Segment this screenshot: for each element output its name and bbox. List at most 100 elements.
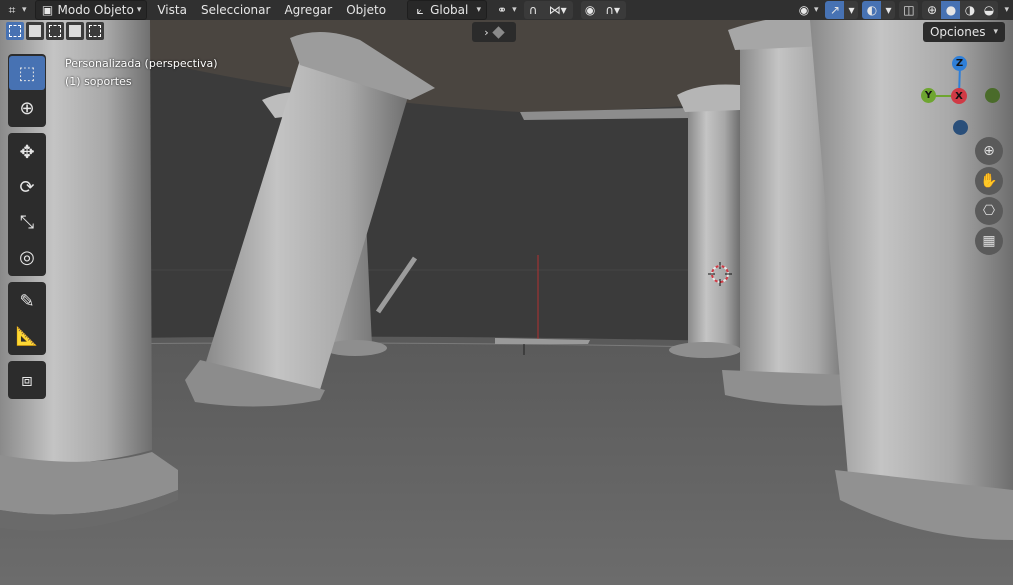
proportional-edit-icon[interactable]: ◉ <box>580 1 600 19</box>
select-intersect-icon <box>89 25 101 37</box>
gizmo-z-axis[interactable]: Z <box>952 56 967 71</box>
chevron-down-icon: ▾ <box>476 5 482 15</box>
transform-orientation-dropdown[interactable]: ⟀ Global ▾ <box>407 0 488 20</box>
options-dropdown[interactable]: Opciones ▾ <box>923 22 1005 42</box>
rendered-shading-icon[interactable]: ◒ <box>979 1 999 19</box>
rotate-tool[interactable]: ⟳ <box>9 170 45 204</box>
pan-hand-icon: ✋ <box>980 173 998 189</box>
add-cube-tool[interactable]: ⧈ <box>9 363 45 397</box>
gizmo-x-axis[interactable]: X <box>951 88 967 104</box>
material-shading-icon[interactable]: ◑ <box>960 1 980 19</box>
chevron-down-icon: ▾ <box>512 5 517 15</box>
chevron-down-icon: ▾ <box>993 27 999 37</box>
3d-viewport[interactable]: ⌗ ▾ ▣ Modo Objeto ▾ Vista Seleccionar Agr… <box>0 0 1013 585</box>
cursor-tool[interactable]: ⊕ <box>9 91 45 125</box>
tool-group-transform: ✥ ⟳ ⤡ ◎ <box>8 133 46 276</box>
mode-label: Modo Objeto <box>57 3 134 17</box>
proportional-group: ◉ ∩▾ <box>580 1 626 19</box>
zoom-button[interactable]: ⊕ <box>975 137 1003 165</box>
add-cube-icon: ⧈ <box>21 369 33 391</box>
chevron-down-icon: ▾ <box>813 5 819 15</box>
cursor-icon: ⊕ <box>19 97 35 119</box>
visibility-eye-icon: ◉ <box>798 3 810 17</box>
snap-magnet-icon[interactable]: ∩ <box>523 1 543 19</box>
menu-agregar[interactable]: Agregar <box>277 3 339 17</box>
chevron-down-icon: ▾ <box>22 5 27 15</box>
mode-dropdown[interactable]: ▣ Modo Objeto ▾ <box>34 0 148 20</box>
object-mode-icon: ▣ <box>41 3 54 17</box>
orientation-icon: ⟀ <box>416 3 424 17</box>
editor-type-button[interactable]: ⌗ ▾ <box>0 1 32 19</box>
tool-group-annotate: ✎ 📐 <box>8 282 46 355</box>
menu-seleccionar[interactable]: Seleccionar <box>194 3 277 17</box>
navigation-gizmo[interactable]: Z Y X <box>918 55 1008 135</box>
transform-orientation-label: Global <box>430 3 469 17</box>
gizmo-icon[interactable]: ↗ <box>825 1 845 19</box>
zoom-icon: ⊕ <box>983 143 995 159</box>
chevron-down-icon: ▾ <box>136 5 142 15</box>
transform-tool[interactable]: ◎ <box>9 240 45 274</box>
gizmo-z-label: Z <box>955 58 964 69</box>
overlay-icon[interactable]: ◐ <box>862 1 882 19</box>
pivot-dropdown[interactable]: ⚭ ▾ <box>490 1 522 19</box>
xray-icon[interactable]: ◫ <box>899 1 919 19</box>
scale-icon: ⤡ <box>19 211 35 233</box>
gizmo-group: ↗ ▾ <box>825 1 859 19</box>
gizmo-dropdown[interactable]: ▾ <box>844 1 859 19</box>
move-tool[interactable]: ✥ <box>9 135 45 169</box>
select-mode-new[interactable] <box>6 22 24 40</box>
select-invert-icon <box>69 25 81 37</box>
select-mode-subtract[interactable] <box>46 22 64 40</box>
view-name: Personalizada (perspectiva) <box>65 57 218 70</box>
overlay-group: ◐ ▾ <box>862 1 896 19</box>
shading-dropdown[interactable]: ▾ <box>1000 1 1013 19</box>
editor-type-icon: ⌗ <box>8 3 16 17</box>
camera-view-button[interactable]: ⎔ <box>975 197 1003 225</box>
3d-cursor[interactable] <box>708 262 732 286</box>
measure-icon: 📐 <box>15 325 39 347</box>
annotate-tool[interactable]: ✎ <box>9 284 45 318</box>
scale-tool[interactable]: ⤡ <box>9 205 45 239</box>
menu-objeto[interactable]: Objeto <box>339 3 393 17</box>
select-mode-intersect[interactable] <box>86 22 104 40</box>
gizmo-neg-z-axis[interactable] <box>953 120 968 135</box>
overlay-dropdown[interactable]: ▾ <box>881 1 896 19</box>
camera-icon: ⎔ <box>982 203 996 219</box>
pan-button[interactable]: ✋ <box>975 167 1003 195</box>
select-extend-icon <box>29 25 41 37</box>
select-box-icon: ⬚ <box>18 62 36 84</box>
gizmo-x-label: X <box>955 90 963 102</box>
asset-shelf-toggle[interactable]: › <box>472 22 516 42</box>
shading-group: ⊕ ● ◑ ◒ <box>922 1 999 19</box>
perspective-toggle-button[interactable]: ▦ <box>975 227 1003 255</box>
measure-tool[interactable]: 📐 <box>9 319 45 353</box>
select-new-icon <box>9 25 21 37</box>
select-mode-invert[interactable] <box>66 22 84 40</box>
select-box-tool[interactable]: ⬚ <box>9 56 45 90</box>
move-icon: ✥ <box>19 141 35 163</box>
tool-group-select: ⬚ ⊕ <box>8 54 46 127</box>
tool-shelf: ⬚ ⊕ ✥ ⟳ ⤡ ◎ ✎ 📐 ⧈ <box>8 54 46 405</box>
annotate-pencil-icon: ✎ <box>19 290 35 312</box>
proportional-falloff-dropdown[interactable]: ∩▾ <box>599 1 626 19</box>
grid-view-icon: ▦ <box>982 233 996 249</box>
gizmo-y-label: Y <box>924 90 933 101</box>
solid-shading-icon[interactable]: ● <box>941 1 961 19</box>
visibility-dropdown[interactable]: ◉ ▾ <box>792 1 824 19</box>
xray-toggle: ◫ <box>899 1 919 19</box>
transform-icon: ◎ <box>19 246 35 268</box>
select-mode-group <box>6 22 104 40</box>
select-subtract-icon <box>49 25 61 37</box>
snap-target-dropdown[interactable]: ⋈▾ <box>542 1 573 19</box>
select-mode-extend[interactable] <box>26 22 44 40</box>
pivot-icon: ⚭ <box>497 3 508 17</box>
active-object-name: (1) soportes <box>65 75 132 88</box>
viewport-header: ⌗ ▾ ▣ Modo Objeto ▾ Vista Seleccionar Agr… <box>0 0 1013 20</box>
gizmo-neg-y-axis[interactable] <box>985 88 1000 103</box>
menu-vista[interactable]: Vista <box>150 3 194 17</box>
gizmo-y-axis[interactable]: Y <box>921 88 936 103</box>
cube-icon <box>491 25 505 39</box>
snap-toggle-group: ∩ ⋈▾ <box>523 1 573 19</box>
viewport-info: Personalizada (perspectiva) (1) soportes <box>65 55 218 91</box>
wireframe-shading-icon[interactable]: ⊕ <box>922 1 942 19</box>
